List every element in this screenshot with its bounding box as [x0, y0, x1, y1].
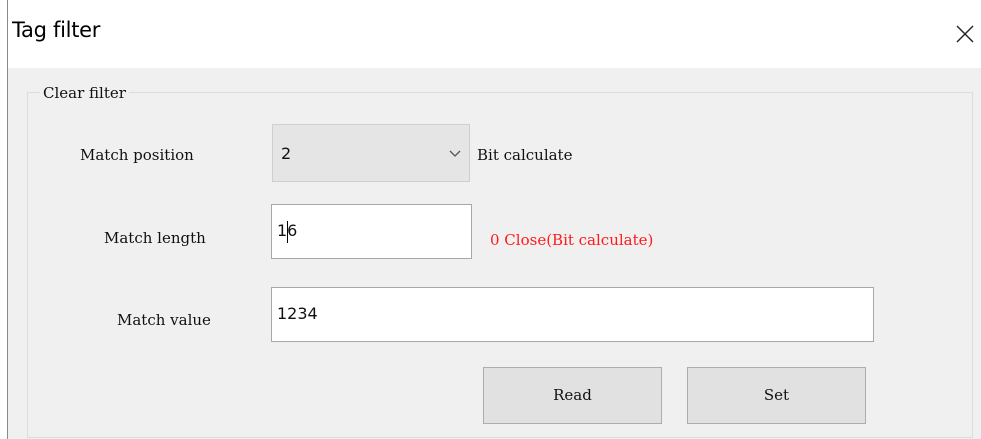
match-length-label: Match length [104, 229, 206, 247]
groupbox-title: Clear filter [40, 85, 129, 101]
match-length-hint: 0 Close(Bit calculate) [490, 231, 654, 249]
close-icon [956, 25, 974, 43]
close-button[interactable] [948, 14, 981, 50]
bit-calculate-label: Bit calculate [477, 146, 573, 164]
dialog-title: Tag filter [12, 18, 101, 42]
match-position-label: Match position [80, 146, 194, 164]
set-button[interactable]: Set [687, 367, 866, 424]
match-value-label: Match value [117, 311, 211, 329]
match-length-input[interactable]: 16 [271, 204, 472, 259]
text-caret [287, 221, 288, 243]
chevron-down-icon [449, 150, 461, 157]
match-value-input[interactable]: 1234 [271, 287, 874, 342]
match-position-selected-value: 2 [281, 144, 292, 163]
read-button[interactable]: Read [483, 367, 662, 424]
match-value-text: 1234 [277, 304, 318, 323]
tag-filter-dialog: Tag filter Clear filter Match position 2… [0, 0, 981, 439]
title-bar: Tag filter [0, 0, 981, 68]
match-position-dropdown[interactable]: 2 [272, 124, 470, 182]
